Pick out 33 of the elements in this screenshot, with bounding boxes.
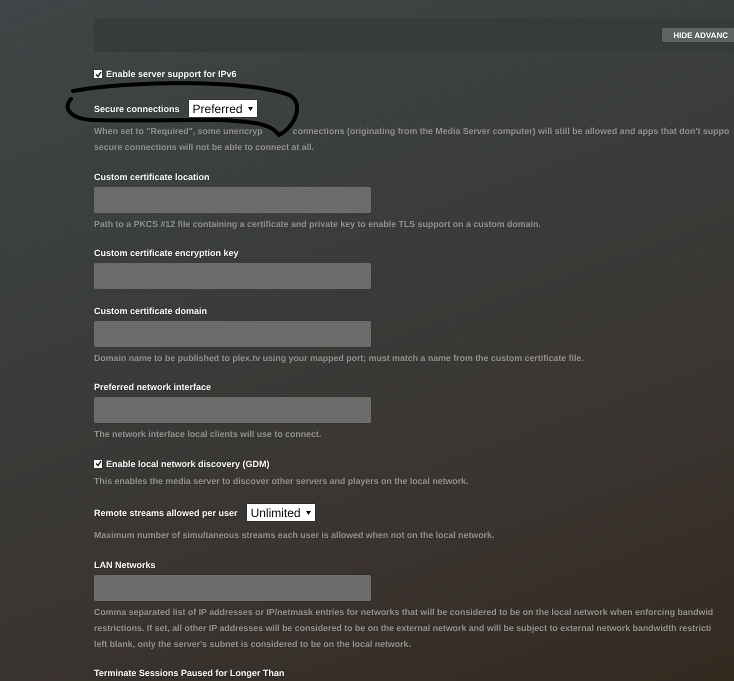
setting-label: Custom certificate encryption key [94,247,240,259]
setting-label: Terminate Sessions Paused for Longer Than [94,667,286,679]
checkbox-label: Enable server support for IPv6 [106,68,237,80]
checkbox[interactable] [94,70,102,78]
setting-description: connections (originating from the Media Server computer) will still be allowed and apps that don't suppo [292,125,730,138]
setting-label: Custom certificate domain [94,304,208,316]
dropdown[interactable]: Preferred [188,100,257,117]
setting-description: When set to "Required", some unencryp [94,125,263,138]
checkbox-label: Enable local network discovery (GDM) [106,458,270,470]
setting-description: Maximum number of simultaneous streams each user is allowed when not on the local network. [94,529,494,542]
dropdown[interactable]: Unlimited [246,504,315,521]
setting-description: This enables the media server to discover other servers and players on the local network. [94,474,468,488]
input-field[interactable] [94,186,371,212]
input-field[interactable] [94,574,371,600]
setting-label: Custom certificate location [94,170,211,182]
setting-description: Path to a PKCS #12 file containing a certificate and private key to enable TLS support on a custom domain. [94,218,541,231]
setting-label: LAN Networks [94,558,157,570]
input-field[interactable] [94,263,371,289]
setting-description: Domain name to be published to plex.tv using your mapped port; must match a name from the custom certificate file. [94,352,584,365]
setting-label: Remote streams allowed per user [94,506,238,518]
caret-icon [306,510,311,514]
setting-description: secure connections will not be able to connect at all. [94,141,314,154]
caret-icon [248,106,253,110]
checkbox[interactable] [94,460,102,468]
input-field[interactable] [94,320,371,346]
setting-description: Comma separated list of IP addresses or IP/netmask entries for networks that will be considered to be on the local network when enforcing bandwid [94,606,714,619]
hide-advanced-button[interactable]: HIDE ADVANC [662,28,734,42]
setting-description: The network interface local clients will use to connect. [94,428,322,441]
setting-description: restrictions. If set, all other IP addresses will be considered to be on the external network and will be subject to external network bandwidth restricti [94,622,712,635]
setting-description: left blank, only the server's subnet is considered to be on the local network. [94,638,411,651]
setting-label: Preferred network interface [94,381,212,393]
setting-label: Secure connections [94,102,180,114]
input-field[interactable] [94,397,371,423]
